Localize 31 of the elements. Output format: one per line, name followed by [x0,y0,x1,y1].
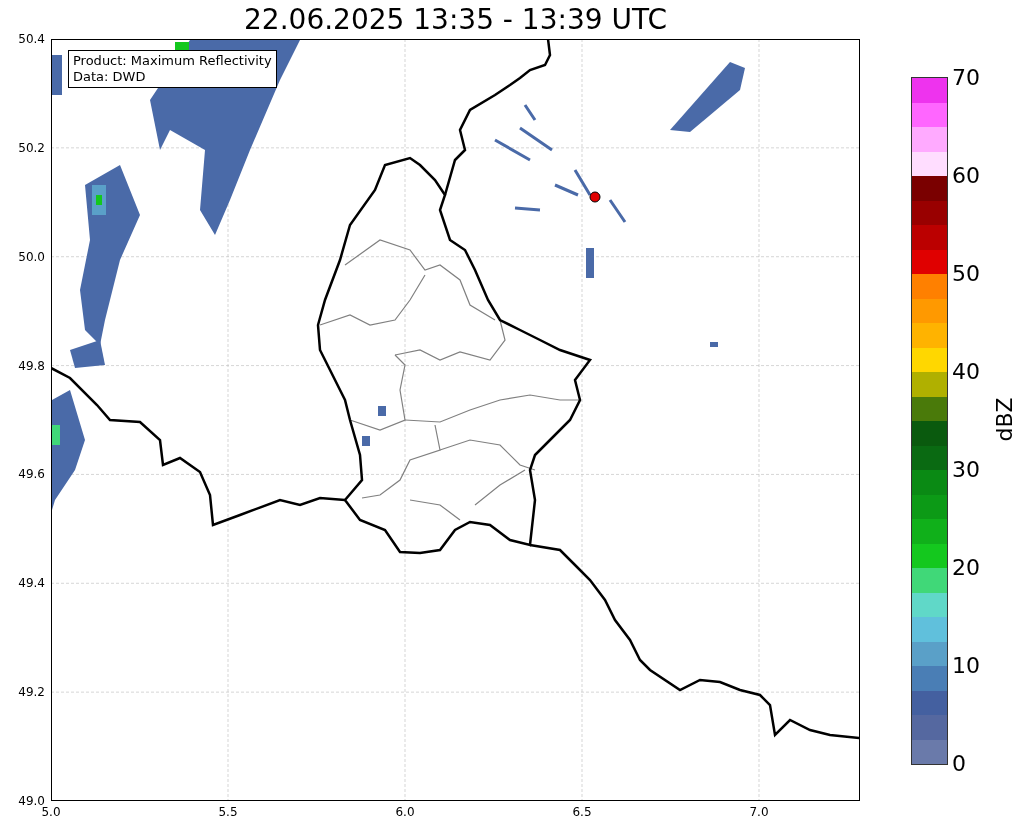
y-tick-label: 50.0 [18,249,45,264]
colorbar-label: dBZ [991,397,1017,442]
radar-echo [710,342,718,347]
x-tick-label: 6.0 [395,805,415,819]
y-tick-label: 49.8 [18,358,45,373]
radar-site-marker-icon [589,191,601,203]
radar-echo [586,248,594,278]
colorbar-tick-label: 50 [952,260,980,286]
radar-echo [378,406,386,416]
legend-text: Data: DWD [73,69,147,85]
legend-text: Product: Maximum Reflectivity [73,53,272,69]
colorbar-tick-label: 0 [952,750,966,776]
radar-echo [52,55,62,95]
colorbar-tick-label: 30 [952,456,980,482]
y-tick-label: 50.4 [18,32,45,46]
x-tick-label: 5.5 [218,805,238,819]
radar-echo [362,436,370,446]
colorbar-tick-label: 60 [952,162,980,188]
colorbar-tick-label: 40 [952,358,980,384]
colorbar-tick-label: 10 [952,652,980,678]
x-tick-label: 5.0 [41,805,61,819]
y-tick-label: 49.4 [18,576,45,591]
x-tick-label: 6.5 [572,805,592,819]
x-tick-label: 7.0 [749,805,769,819]
colorbar-tick-label: 70 [952,64,980,90]
y-tick-label: 49.0 [18,794,45,808]
y-tick-label: 49.2 [18,685,45,700]
y-tick-label: 49.6 [18,467,45,482]
y-tick-label: 50.2 [18,140,45,155]
colorbar-tick-label: 20 [952,554,980,580]
chart-title: 22.06.2025 13:35 - 13:39 UTC [244,2,667,37]
